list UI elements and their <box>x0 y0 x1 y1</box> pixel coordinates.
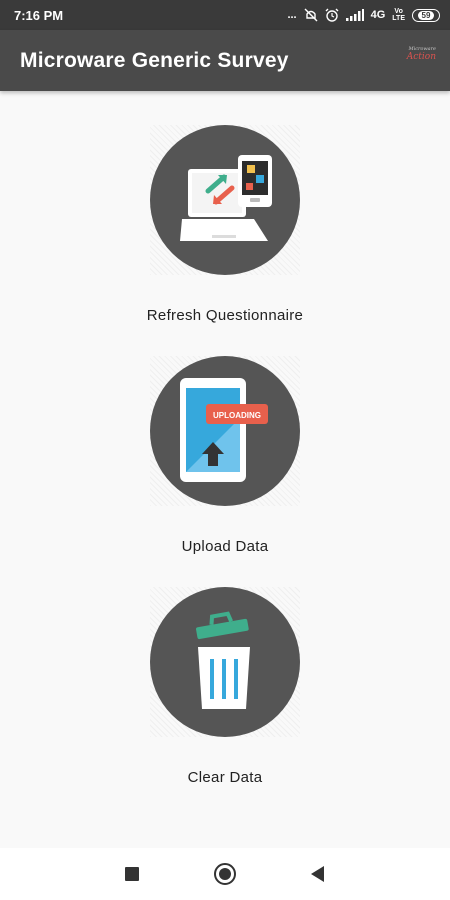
trash-bin-icon[interactable] <box>150 587 300 737</box>
upload-data-icon-wrap[interactable]: UPLOADING <box>150 356 300 506</box>
recents-square-icon[interactable] <box>120 862 144 886</box>
clear-data-icon-wrap[interactable] <box>150 587 300 737</box>
app-logo: Microware Action <box>406 46 436 62</box>
screen: 7:16 PM ... 4G Vo LTE 59 Microware Gener… <box>0 0 450 900</box>
dots-icon: ... <box>287 9 297 21</box>
status-bar: 7:16 PM ... 4G Vo LTE 59 <box>0 0 450 30</box>
mute-icon <box>304 8 318 22</box>
home-circle-icon[interactable] <box>213 862 237 886</box>
volte-icon: Vo LTE <box>392 8 405 22</box>
app-title: Microware Generic Survey <box>20 48 289 72</box>
clear-data-label[interactable]: Clear Data <box>188 769 263 786</box>
navigation-bar <box>0 848 450 900</box>
clear-data-button[interactable]: Clear Data <box>0 587 450 807</box>
upload-data-label[interactable]: Upload Data <box>182 538 269 555</box>
laptop-phone-sync-icon[interactable] <box>150 125 300 275</box>
uploading-badge: UPLOADING <box>213 411 261 420</box>
back-triangle-icon[interactable] <box>306 862 330 886</box>
refresh-questionnaire-label[interactable]: Refresh Questionnaire <box>147 307 303 324</box>
network-type: 4G <box>370 9 386 21</box>
battery-icon: 59 <box>412 8 440 22</box>
status-icons: ... 4G Vo LTE 59 <box>287 8 440 22</box>
refresh-questionnaire-button[interactable]: Refresh Questionnaire <box>0 125 450 345</box>
signal-icon <box>345 9 364 21</box>
refresh-questionnaire-icon-wrap[interactable] <box>150 125 300 275</box>
app-bar: Microware Generic Survey Microware Actio… <box>0 30 450 91</box>
status-time: 7:16 PM <box>14 7 64 23</box>
alarm-icon <box>325 8 339 22</box>
tablet-upload-icon[interactable]: UPLOADING <box>150 356 300 506</box>
upload-data-button[interactable]: UPLOADING Upload Data <box>0 356 450 576</box>
